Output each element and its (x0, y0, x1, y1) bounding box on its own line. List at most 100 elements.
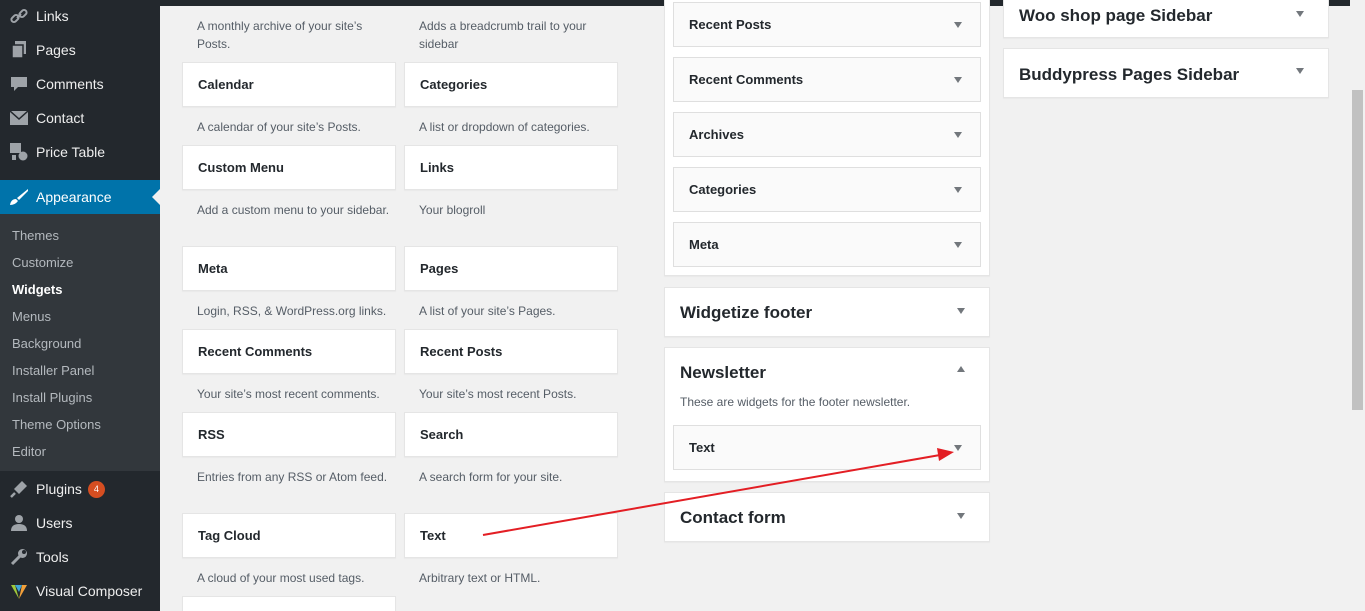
area-toggle-icon[interactable] (951, 506, 971, 526)
area-toggle-icon[interactable] (1290, 4, 1310, 24)
area-title: Newsletter (680, 363, 766, 382)
widget-desc: Login, RSS, & WordPress.org links. (197, 304, 387, 318)
menu-label: Contact (36, 110, 85, 126)
admin-sidebar: Links Pages Comments Contact Price Table… (0, 0, 160, 611)
widget-desc: Your blogroll (419, 203, 486, 217)
widget-desc: A calendar of your site’s Posts. (197, 120, 361, 134)
menu-item-plugins[interactable]: Plugins 4 (0, 472, 160, 506)
menu-item-pages[interactable]: Pages (0, 33, 160, 67)
available-widget-text[interactable]: Text (404, 513, 618, 558)
sidebar-widget-recent-comments[interactable]: Recent Comments (673, 57, 981, 102)
submenu-item-widgets[interactable]: Widgets (12, 282, 62, 297)
menu-item-price-table[interactable]: Price Table (0, 135, 160, 169)
visual-composer-icon (9, 581, 29, 601)
links-icon (9, 6, 29, 26)
widget-area-woo-shop-sidebar[interactable]: Woo shop page Sidebar (1003, 0, 1329, 38)
expand-arrow-icon[interactable] (954, 132, 962, 138)
area-title: Contact form (680, 508, 786, 527)
menu-item-appearance[interactable]: Appearance (0, 180, 160, 214)
widget-title: Meta (689, 237, 719, 252)
widget-title: Archives (689, 127, 744, 142)
submenu-item-menus[interactable]: Menus (12, 309, 51, 324)
area-title: Widgetize footer (680, 303, 813, 322)
widget-desc: A search form for your site. (419, 470, 563, 484)
submenu-item-editor[interactable]: Editor (12, 444, 46, 459)
expand-arrow-icon[interactable] (954, 242, 962, 248)
widget-desc: Arbitrary text or HTML. (419, 571, 541, 585)
widget-title: Text (689, 440, 715, 455)
scrollbar-thumb[interactable] (1352, 90, 1363, 410)
area-collapse-icon[interactable] (951, 359, 971, 379)
menu-label: Appearance (36, 189, 112, 205)
submenu-item-customize[interactable]: Customize (12, 255, 73, 270)
submenu-item-installer-panel[interactable]: Installer Panel (12, 363, 94, 378)
widget-title: Recent Posts (689, 17, 772, 32)
widget-desc-breadcrumb: Adds a breadcrumb trail to your sidebar (419, 19, 587, 51)
available-widget-calendar[interactable]: Calendar (182, 62, 396, 107)
expand-arrow-icon[interactable] (954, 187, 962, 193)
available-widget-recent-comments[interactable]: Recent Comments (182, 329, 396, 374)
sidebar-widget-meta[interactable]: Meta (673, 222, 981, 267)
widget-desc: Entries from any RSS or Atom feed. (197, 470, 388, 484)
menu-label: Pages (36, 42, 76, 58)
available-widget-pages[interactable]: Pages (404, 246, 618, 291)
widget-area-widgetize-footer[interactable]: Widgetize footer (664, 287, 990, 337)
widget-area-buddypress-sidebar[interactable]: Buddypress Pages Sidebar (1003, 48, 1329, 98)
expand-arrow-icon[interactable] (954, 22, 962, 28)
submenu-item-themes[interactable]: Themes (12, 228, 59, 243)
available-widget-categories[interactable]: Categories (404, 62, 618, 107)
page-scrollbar[interactable] (1350, 0, 1365, 611)
appearance-submenu: Themes Customize Widgets Menus Backgroun… (0, 214, 160, 471)
submenu-item-background[interactable]: Background (12, 336, 81, 351)
menu-item-comments[interactable]: Comments (0, 67, 160, 101)
price-table-icon (9, 142, 29, 162)
plugins-update-badge: 4 (87, 480, 105, 498)
tools-icon (9, 547, 29, 567)
widget-area-contact-form[interactable]: Contact form (664, 492, 990, 542)
widget-desc: A cloud of your most used tags. (197, 571, 365, 585)
menu-item-users[interactable]: Users (0, 506, 160, 540)
comments-icon (9, 74, 29, 94)
widget-desc: A list or dropdown of categories. (419, 120, 590, 134)
menu-label: Links (36, 8, 69, 24)
menu-item-links[interactable]: Links (0, 0, 160, 33)
widget-desc: Your site’s most recent Posts. (419, 387, 577, 401)
sidebar-widget-recent-posts[interactable]: Recent Posts (673, 2, 981, 47)
available-widget-search[interactable]: Search (404, 412, 618, 457)
newsletter-widget-text[interactable]: Text (673, 425, 981, 470)
area-title: Woo shop page Sidebar (1019, 6, 1213, 25)
available-widget-partial[interactable] (182, 596, 396, 611)
submenu-item-install-plugins[interactable]: Install Plugins (12, 390, 92, 405)
available-widget-recent-posts[interactable]: Recent Posts (404, 329, 618, 374)
menu-label: Plugins (36, 481, 82, 497)
available-widget-rss[interactable]: RSS (182, 412, 396, 457)
widget-title: Recent Comments (689, 72, 804, 87)
area-toggle-icon[interactable] (1290, 61, 1310, 81)
users-icon (9, 513, 29, 533)
sidebar-widget-archives[interactable]: Archives (673, 112, 981, 157)
expand-arrow-icon[interactable] (954, 77, 962, 83)
mail-icon (9, 108, 29, 128)
plugins-icon (9, 479, 29, 499)
pages-icon (9, 40, 29, 60)
area-toggle-icon[interactable] (951, 301, 971, 321)
menu-item-tools[interactable]: Tools (0, 540, 160, 574)
widget-title: Categories (689, 182, 757, 197)
menu-item-contact[interactable]: Contact (0, 101, 160, 135)
available-widget-links[interactable]: Links (404, 145, 618, 190)
menu-item-visual-composer[interactable]: Visual Composer (0, 574, 160, 608)
area-description: These are widgets for the footer newslet… (680, 395, 911, 409)
widget-desc-archives: A monthly archive of your site’s Posts. (197, 19, 363, 51)
menu-label: Price Table (36, 144, 106, 160)
widget-desc: A list of your site’s Pages. (419, 304, 556, 318)
menu-label: Tools (36, 549, 69, 565)
available-widget-custom-menu[interactable]: Custom Menu (182, 145, 396, 190)
widget-desc: Your site’s most recent comments. (197, 387, 380, 401)
menu-label: Comments (36, 76, 104, 92)
available-widget-meta[interactable]: Meta (182, 246, 396, 291)
submenu-item-theme-options[interactable]: Theme Options (12, 417, 101, 432)
available-widget-tag-cloud[interactable]: Tag Cloud (182, 513, 396, 558)
area-title: Buddypress Pages Sidebar (1019, 65, 1240, 84)
sidebar-widget-categories[interactable]: Categories (673, 167, 981, 212)
expand-arrow-icon[interactable] (954, 445, 962, 451)
